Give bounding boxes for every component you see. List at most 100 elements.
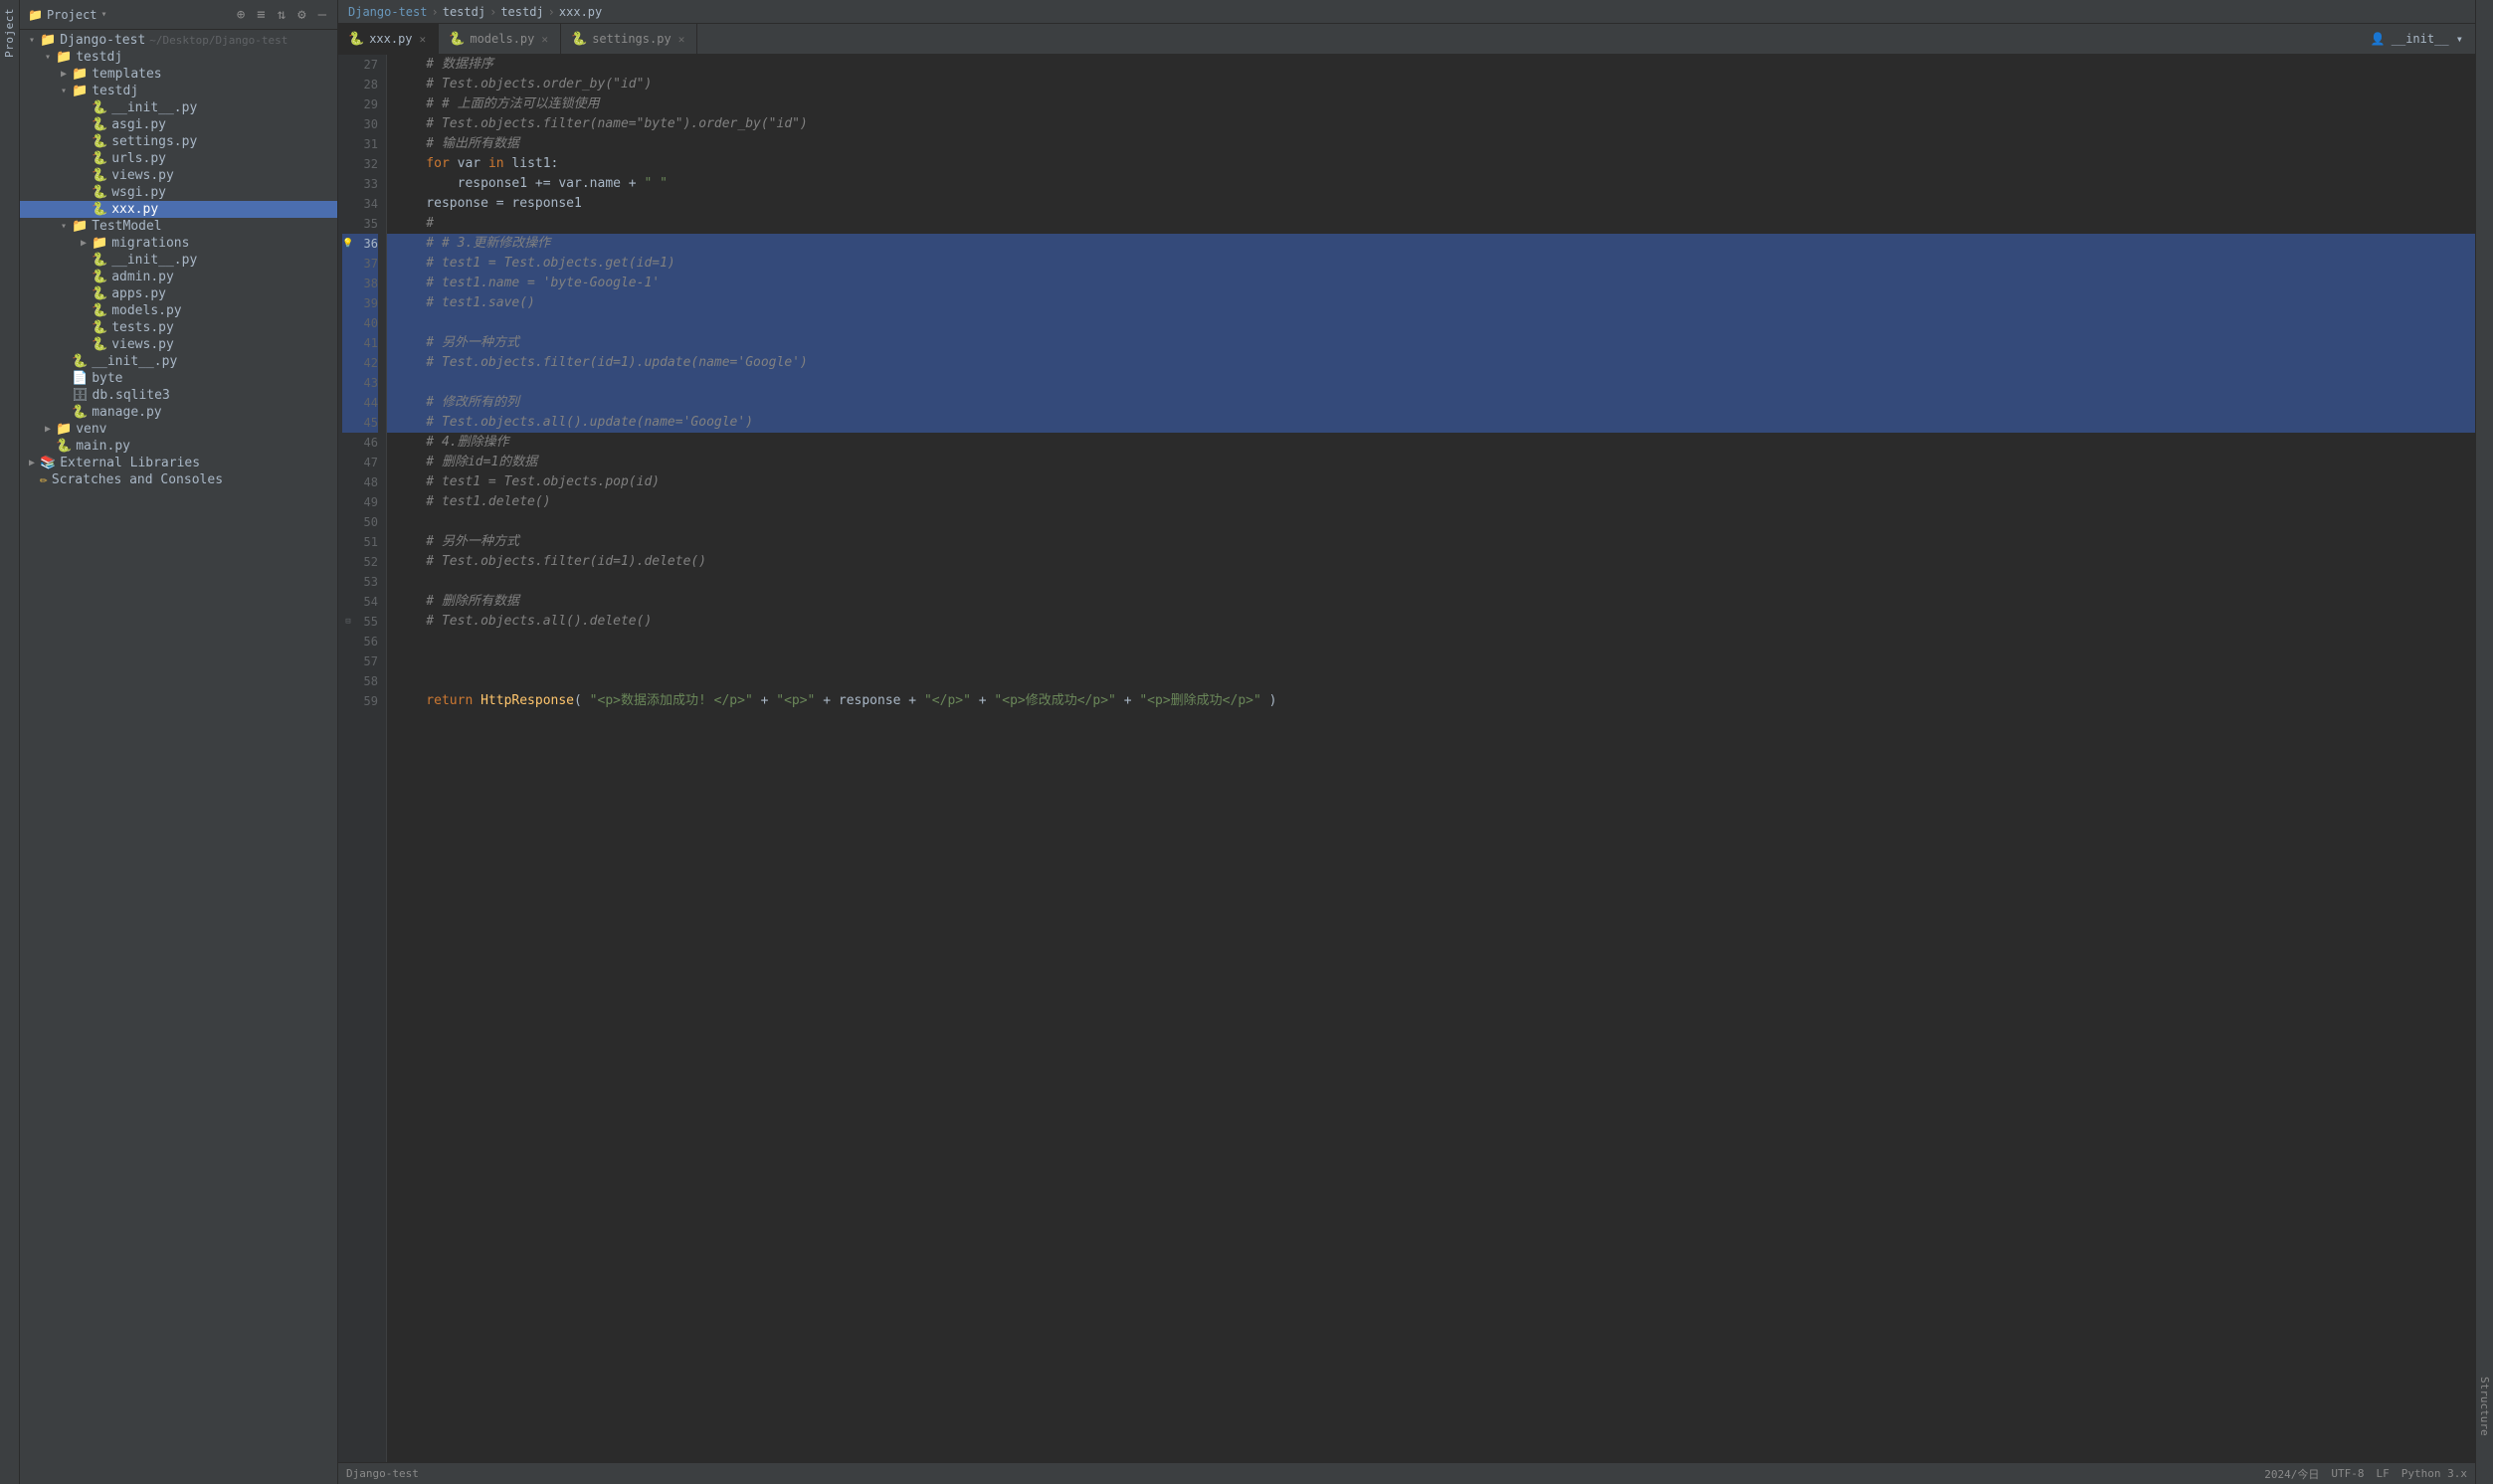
code-line-49: # test1.delete() xyxy=(387,492,2475,512)
tree-item-wsgi[interactable]: 🐍 wsgi.py xyxy=(20,184,337,201)
tab-models-py[interactable]: 🐍 models.py ✕ xyxy=(439,24,561,54)
tree-label-testdj-sub: testdj xyxy=(92,84,138,98)
tree-label-scratches: Scratches and Consoles xyxy=(52,472,223,487)
user-avatar-icon: 👤 xyxy=(2371,32,2386,46)
tree-item-init-3[interactable]: 🐍 __init__.py xyxy=(20,353,337,370)
line-numbers: 27 28 29 30 31 32 33 34 35 💡 36 37 38 39… xyxy=(338,55,387,1462)
code-line-43 xyxy=(387,373,2475,393)
tab-close-settings[interactable]: ✕ xyxy=(676,32,687,47)
collapse-all-icon[interactable]: ≡ xyxy=(254,6,268,24)
file-icon: 📄 xyxy=(72,371,88,386)
tree-item-external-libs[interactable]: ▶ 📚 External Libraries xyxy=(20,455,337,471)
tab-xxx-py[interactable]: 🐍 xxx.py ✕ xyxy=(338,24,439,54)
tree-item-xxx[interactable]: 🐍 xxx.py xyxy=(20,201,337,218)
tree-item-byte[interactable]: 📄 byte xyxy=(20,370,337,387)
sort-icon[interactable]: ⇅ xyxy=(275,6,288,24)
py-icon: 🐍 xyxy=(72,405,88,420)
line-num-55: ⊟55 xyxy=(342,612,378,632)
tree-item-admin[interactable]: 🐍 admin.py xyxy=(20,269,337,285)
tree-item-testdj-root[interactable]: ▾ 📁 testdj xyxy=(20,49,337,66)
sidebar-tab-project[interactable]: Project xyxy=(1,0,18,66)
py-icon: 🐍 xyxy=(92,337,107,352)
py-icon: 🐍 xyxy=(72,354,88,369)
structure-tab[interactable]: Structure xyxy=(2476,1369,2493,1444)
py-icon: 🐍 xyxy=(92,134,107,149)
tree-item-manage[interactable]: 🐍 manage.py xyxy=(20,404,337,421)
tree-item-apps[interactable]: 🐍 apps.py xyxy=(20,285,337,302)
settings-icon[interactable]: ⚙ xyxy=(294,6,308,24)
project-header: 📁 Project ▾ ⊕ ≡ ⇅ ⚙ — xyxy=(20,0,337,30)
code-line-45: # Test.objects.all().update(name='Google… xyxy=(387,413,2475,433)
code-line-42: # Test.objects.filter(id=1).update(name=… xyxy=(387,353,2475,373)
tree-item-templates[interactable]: ▶ 📁 templates xyxy=(20,66,337,83)
code-line-50 xyxy=(387,512,2475,532)
tree-item-models[interactable]: 🐍 models.py xyxy=(20,302,337,319)
tree-label-apps: apps.py xyxy=(111,286,166,301)
tab-close-models[interactable]: ✕ xyxy=(539,32,550,47)
tab-close-xxx[interactable]: ✕ xyxy=(418,32,429,47)
line-num-31: 31 xyxy=(342,134,378,154)
line-num-59: 59 xyxy=(342,691,378,711)
folder-icon: 📁 xyxy=(40,33,56,48)
status-right: 2024/今日 UTF-8 LF Python 3.x xyxy=(2264,1466,2467,1482)
tree-item-migrations[interactable]: ▶ 📁 migrations xyxy=(20,235,337,252)
close-panel-icon[interactable]: — xyxy=(315,6,329,24)
tree-item-main[interactable]: 🐍 main.py xyxy=(20,438,337,455)
expand-arrow: ▶ xyxy=(56,69,72,80)
tree-label-byte: byte xyxy=(92,371,122,386)
path-label: ~/Desktop/Django-test xyxy=(149,34,288,47)
code-line-30: # Test.objects.filter(name="byte").order… xyxy=(387,114,2475,134)
code-line-47: # 删除id=1的数据 xyxy=(387,453,2475,472)
tree-item-asgi[interactable]: 🐍 asgi.py xyxy=(20,116,337,133)
tree-label-manage: manage.py xyxy=(92,405,161,420)
code-line-27: # 数据排序 xyxy=(387,55,2475,75)
line-num-42: 42 xyxy=(342,353,378,373)
py-icon: 🐍 xyxy=(92,202,107,217)
tree-item-views-1[interactable]: 🐍 views.py xyxy=(20,167,337,184)
user-dropdown[interactable]: __init__ ▾ xyxy=(2392,32,2463,46)
structure-sidebar: Structure xyxy=(2475,0,2493,1484)
code-area[interactable]: # 数据排序 # Test.objects.order_by("id") # #… xyxy=(387,55,2475,1462)
tree-item-testdj-sub[interactable]: ▾ 📁 testdj xyxy=(20,83,337,99)
py-icon: 🐍 xyxy=(56,439,72,454)
breadcrumb-xxx-py[interactable]: xxx.py xyxy=(559,5,602,19)
tree-item-settings[interactable]: 🐍 settings.py xyxy=(20,133,337,150)
breadcrumb-testdj-2[interactable]: testdj xyxy=(500,5,543,19)
expand-arrow: ▾ xyxy=(24,35,40,46)
breadcrumb-testdj-1[interactable]: testdj xyxy=(443,5,485,19)
py-icon: 🐍 xyxy=(92,185,107,200)
tree-item-db[interactable]: 🗄 db.sqlite3 xyxy=(20,387,337,404)
line-num-48: 48 xyxy=(342,472,378,492)
chevron-down-icon[interactable]: ▾ xyxy=(101,9,107,20)
tree-item-views-2[interactable]: 🐍 views.py xyxy=(20,336,337,353)
code-line-55: # Test.objects.all().delete() xyxy=(387,612,2475,632)
tree-item-init-2[interactable]: 🐍 __init__.py xyxy=(20,252,337,269)
expand-arrow: ▶ xyxy=(76,238,92,249)
tree-label-migrations: migrations xyxy=(111,236,189,251)
line-num-34: 34 xyxy=(342,194,378,214)
folder-icon: 📁 xyxy=(56,422,72,437)
breadcrumb-django-test[interactable]: Django-test xyxy=(348,5,427,19)
tree-item-venv[interactable]: ▶ 📁 venv xyxy=(20,421,337,438)
tree-item-urls[interactable]: 🐍 urls.py xyxy=(20,150,337,167)
tab-settings-py[interactable]: 🐍 settings.py ✕ xyxy=(561,24,697,54)
tree-item-tests[interactable]: 🐍 tests.py xyxy=(20,319,337,336)
tree-item-scratches[interactable]: ✏ Scratches and Consoles xyxy=(20,471,337,488)
tree-item-init-py-1[interactable]: 🐍 __init__.py xyxy=(20,99,337,116)
line-num-32: 32 xyxy=(342,154,378,174)
tree-label-db: db.sqlite3 xyxy=(93,388,170,403)
line-num-49: 49 xyxy=(342,492,378,512)
folder-icon: 📁 xyxy=(72,219,88,234)
tree-item-testmodel[interactable]: ▾ 📁 TestModel xyxy=(20,218,337,235)
tree-label-wsgi: wsgi.py xyxy=(111,185,166,200)
code-line-56 xyxy=(387,632,2475,651)
line-num-52: 52 xyxy=(342,552,378,572)
line-num-56: 56 xyxy=(342,632,378,651)
project-header-icons: ⊕ ≡ ⇅ ⚙ — xyxy=(234,6,329,24)
status-date: 2024/今日 xyxy=(2264,1466,2319,1482)
py-icon: 🐍 xyxy=(92,286,107,301)
line-num-29: 29 xyxy=(342,94,378,114)
tree-label-django-test: Django-test xyxy=(60,33,145,48)
add-icon[interactable]: ⊕ xyxy=(234,6,248,24)
tree-item-django-test[interactable]: ▾ 📁 Django-test ~/Desktop/Django-test xyxy=(20,32,337,49)
